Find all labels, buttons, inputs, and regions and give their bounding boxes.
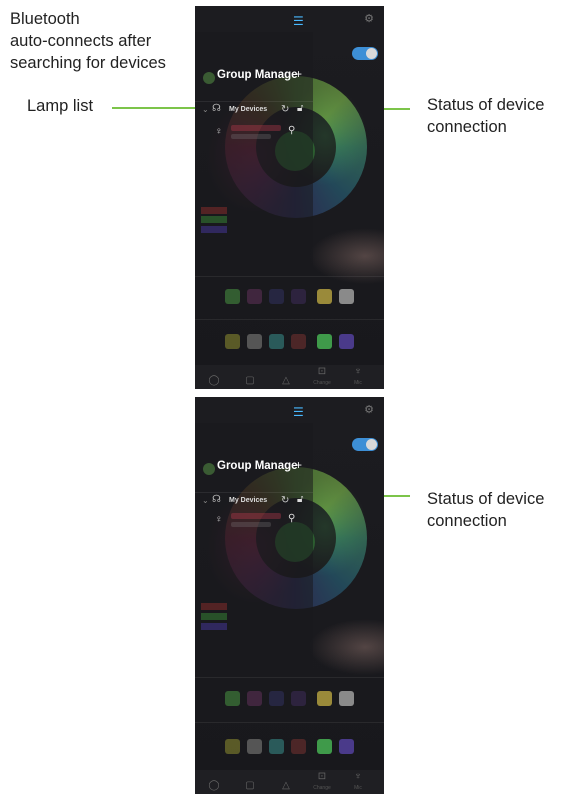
tab-1[interactable]: ◯ [199,375,229,386]
tab-3[interactable]: △ [271,375,301,386]
bluetooth-annotation-line: auto-connects after [10,32,152,50]
bluetooth-annotation-line: Bluetooth [10,10,80,28]
status-annotation-line: Status of device [427,490,545,508]
gear-icon[interactable]: ⚙ [364,12,374,25]
list-icon[interactable]: ☰ [293,405,304,419]
phone-screenshot-bottom: ☰ ⚙ Group Manage + ⌄ ☊ My Devices ↻ 🔓︎ ♀… [195,397,384,794]
status-annotation-line: Status of device [427,96,545,114]
plus-icon[interactable]: + [295,67,302,81]
lock-icon[interactable]: 🔓︎ [297,103,303,114]
list-icon[interactable]: ☰ [293,14,304,28]
lamp-name-blurred [231,513,281,519]
group-manage-title: Group Manage [217,69,298,81]
chevron-down-icon[interactable]: ⌄ [202,496,209,505]
connection-link-icon: ⚲ [288,513,296,524]
lock-icon[interactable]: 🔓︎ [297,494,303,505]
status-annotation-bottom: Status of device connection [427,488,544,532]
lamp-list-item[interactable]: ♀ ⚲ [209,512,313,534]
chevron-down-icon[interactable]: ⌄ [202,105,209,114]
bluetooth-annotation: Bluetooth auto-connects after searching … [10,8,166,74]
tab-change[interactable]: ⊡ Change [307,771,337,791]
tab-mic[interactable]: ♆ Mic [343,366,373,386]
refresh-icon[interactable]: ↻ [281,495,289,506]
group-manage-title: Group Manage [217,460,298,472]
devices-icon: ☊ [212,494,221,505]
power-toggle[interactable] [352,47,378,60]
bulb-icon: ♀ [215,126,223,137]
status-annotation-line: connection [427,512,507,530]
tab-change[interactable]: ⊡ Change [307,366,337,386]
status-annotation-top: Status of device connection [427,94,544,138]
my-devices-row[interactable]: ⌄ ☊ My Devices ↻ 🔓︎ [195,492,313,513]
devices-icon: ☊ [212,103,221,114]
my-devices-row[interactable]: ⌄ ☊ My Devices ↻ 🔓︎ [195,101,313,122]
my-devices-label: My Devices [229,106,268,113]
gear-icon[interactable]: ⚙ [364,403,374,416]
lamp-list-item[interactable]: ♀ ⚲ [209,124,313,146]
status-annotation-line: connection [427,118,507,136]
bottom-tab-bar: ◯ ▢ △ ⊡ Change ♆ Mic [195,365,384,389]
lamp-name-blurred [231,125,281,131]
lamp-list-annotation: Lamp list [27,97,94,115]
phone-screenshot-top: ☰ ⚙ Group Manage + ⌄ ☊ My Devices ↻ 🔓︎ ♀… [195,6,384,389]
tab-3[interactable]: △ [271,780,301,791]
lamp-subtitle-blurred [231,522,271,527]
bulb-icon: ♀ [215,514,223,525]
bluetooth-annotation-line: searching for devices [10,54,166,72]
tab-mic[interactable]: ♆ Mic [343,771,373,791]
tab-2[interactable]: ▢ [235,780,265,791]
power-toggle[interactable] [352,438,378,451]
connection-link-icon: ⚲ [288,125,296,136]
tab-2[interactable]: ▢ [235,375,265,386]
bottom-tab-bar: ◯ ▢ △ ⊡ Change ♆ Mic [195,770,384,794]
plus-icon[interactable]: + [295,458,302,472]
my-devices-label: My Devices [229,497,268,504]
tab-1[interactable]: ◯ [199,780,229,791]
lamp-subtitle-blurred [231,134,271,139]
refresh-icon[interactable]: ↻ [281,104,289,115]
lamp-list-arrow [112,102,209,114]
